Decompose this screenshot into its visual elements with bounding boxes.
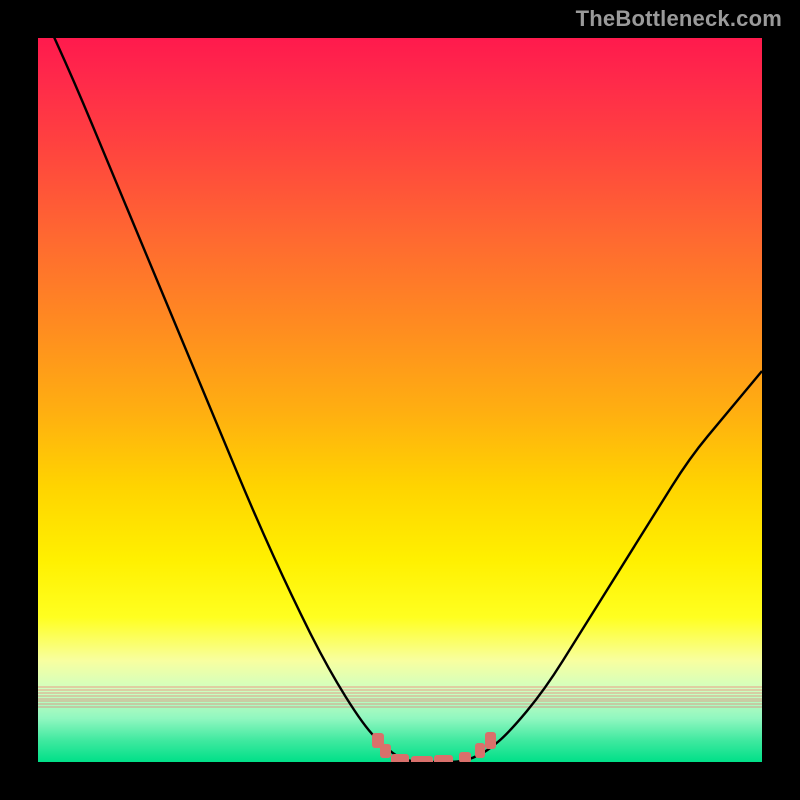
curve-marker [475,743,485,757]
chart-frame: TheBottleneck.com [0,0,800,800]
curve-marker [411,756,433,762]
watermark-text: TheBottleneck.com [576,6,782,32]
curve-marker [485,732,495,749]
curve-marker [459,752,471,762]
curve-marker [434,755,453,762]
curve-marker [380,744,390,758]
plot-area [38,38,762,762]
curve-path [38,38,762,762]
curve-marker [391,754,410,762]
bottleneck-curve [38,38,762,762]
